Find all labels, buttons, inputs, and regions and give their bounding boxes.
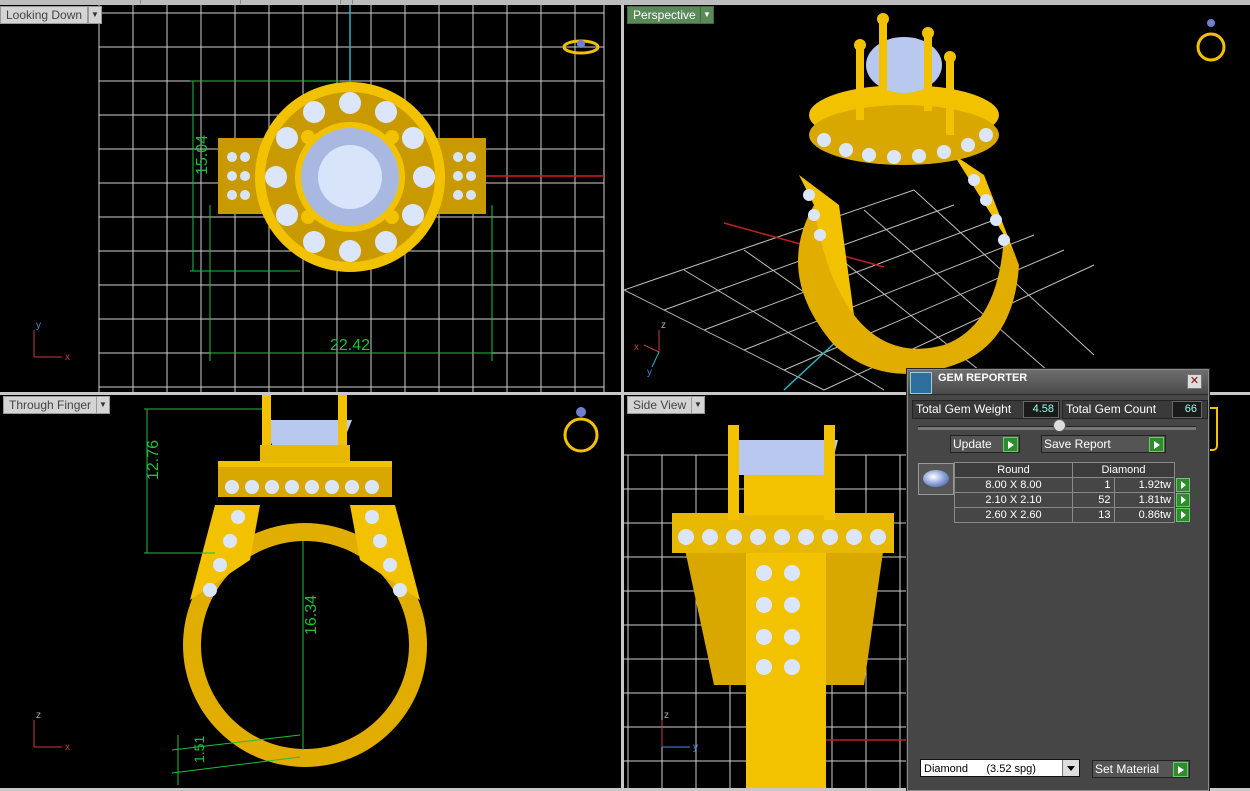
axis-x-label: x	[65, 742, 70, 753]
gem-count: 1	[1072, 477, 1115, 493]
gem-reporter-titlebar[interactable]: GEM REPORTER ✕	[908, 370, 1208, 395]
tab[interactable]	[60, 0, 141, 4]
total-gem-weight-value: 4.58	[1023, 401, 1059, 418]
axis-y-label: y	[693, 742, 698, 753]
dimension-top-height: 12.76	[145, 440, 162, 480]
play-icon	[1173, 762, 1188, 777]
table-row[interactable]: 2.10 X 2.10 52 1.81tw	[954, 492, 1191, 508]
save-report-button[interactable]: Save Report	[1041, 435, 1166, 453]
gem-shape-thumbnail[interactable]	[918, 463, 954, 495]
tab[interactable]	[340, 0, 353, 4]
top-view-canvas: 15.04 22.42 y x	[33, 5, 605, 392]
update-button[interactable]: Update	[950, 435, 1020, 453]
gem-count: 13	[1072, 507, 1115, 523]
column-header-material: Diamond	[1072, 462, 1175, 478]
gem-weight-text: 1.92tw	[1138, 479, 1171, 491]
column-header-shape: Round	[954, 462, 1073, 478]
chevron-down-icon[interactable]: ▼	[88, 6, 102, 24]
gem-reporter-title: GEM REPORTER	[938, 372, 1028, 384]
perspective-canvas: z y x	[624, 13, 1226, 391]
update-button-label: Update	[953, 437, 992, 451]
axis-z-label: z	[36, 710, 41, 721]
chevron-down-icon[interactable]: ▼	[700, 6, 714, 24]
axis-y-label: y	[36, 320, 41, 331]
viewport-label-through-finger[interactable]: Through Finger	[3, 396, 98, 414]
play-icon[interactable]	[1176, 478, 1190, 492]
material-select-value: Diamond (3.52 spg)	[924, 763, 1036, 775]
save-report-button-label: Save Report	[1044, 437, 1111, 451]
close-icon[interactable]: ✕	[1187, 374, 1202, 389]
gem-reporter-panel: GEM REPORTER ✕ Total Gem Weight 4.58 Tot…	[907, 369, 1209, 791]
ring-orientation-icon[interactable]	[563, 407, 599, 453]
axis-y-label: y	[647, 367, 652, 378]
gem-weight: 1.81tw	[1113, 492, 1175, 508]
play-icon	[1003, 437, 1018, 452]
axis-z-label: z	[661, 320, 666, 331]
front-view-canvas: 12.76 16.34 1.51 z x	[33, 395, 599, 785]
gem-weight-text: 1.81tw	[1138, 494, 1171, 506]
viewport-label-looking-down[interactable]: Looking Down	[0, 6, 89, 24]
play-icon[interactable]	[1176, 508, 1190, 522]
dimension-width: 22.42	[330, 337, 370, 354]
material-select[interactable]: Diamond (3.52 spg)	[920, 759, 1080, 777]
tab[interactable]	[240, 0, 341, 4]
chevron-down-icon[interactable]	[1062, 760, 1079, 776]
total-gem-count-value: 66	[1172, 401, 1202, 418]
axis-x-label: x	[65, 352, 70, 363]
viewport-through-finger[interactable]: 12.76 16.34 1.51 z x Through Finger ▼	[0, 395, 621, 788]
dimension-band-thickness: 1.51	[191, 736, 207, 763]
round-diamond-icon	[923, 470, 949, 487]
gem-size: 2.60 X 2.60	[954, 507, 1073, 523]
gem-weight: 1.92tw	[1113, 477, 1175, 493]
table-row[interactable]: 8.00 X 8.00 1 1.92tw	[954, 477, 1191, 493]
gem-size: 2.10 X 2.10	[954, 492, 1073, 508]
viewport-perspective[interactable]: z y x Perspective ▼	[624, 5, 1250, 392]
play-icon[interactable]	[1176, 493, 1190, 507]
axis-z-label: z	[664, 710, 669, 721]
gem-reporter-icon	[910, 372, 932, 394]
viewport-label-side-view[interactable]: Side View	[627, 396, 693, 414]
dimension-height: 15.04	[194, 135, 211, 175]
dimension-inner-diameter: 16.34	[303, 595, 320, 635]
chevron-down-icon[interactable]: ▼	[96, 396, 110, 414]
gem-count: 52	[1072, 492, 1115, 508]
viewport-looking-down[interactable]: 15.04 22.42 y x Looking Down ▼	[0, 5, 621, 392]
gem-size: 8.00 X 8.00	[954, 477, 1073, 493]
size-slider-handle[interactable]	[1053, 419, 1066, 432]
gem-table: Round Diamond 8.00 X 8.00 1 1.92tw 2.10 …	[954, 462, 1191, 523]
gem-weight: 0.86tw	[1113, 507, 1175, 523]
gem-weight-text: 0.86tw	[1138, 509, 1171, 521]
axis-x-label: x	[634, 342, 639, 353]
set-material-button-label: Set Material	[1095, 762, 1160, 776]
viewport-label-perspective[interactable]: Perspective	[627, 6, 702, 24]
tab[interactable]	[140, 0, 241, 4]
play-icon	[1149, 437, 1164, 452]
chevron-down-icon[interactable]: ▼	[691, 396, 705, 414]
set-material-button[interactable]: Set Material	[1092, 760, 1190, 778]
table-row[interactable]: 2.60 X 2.60 13 0.86tw	[954, 507, 1191, 523]
ring-orientation-icon[interactable]	[1196, 19, 1226, 62]
